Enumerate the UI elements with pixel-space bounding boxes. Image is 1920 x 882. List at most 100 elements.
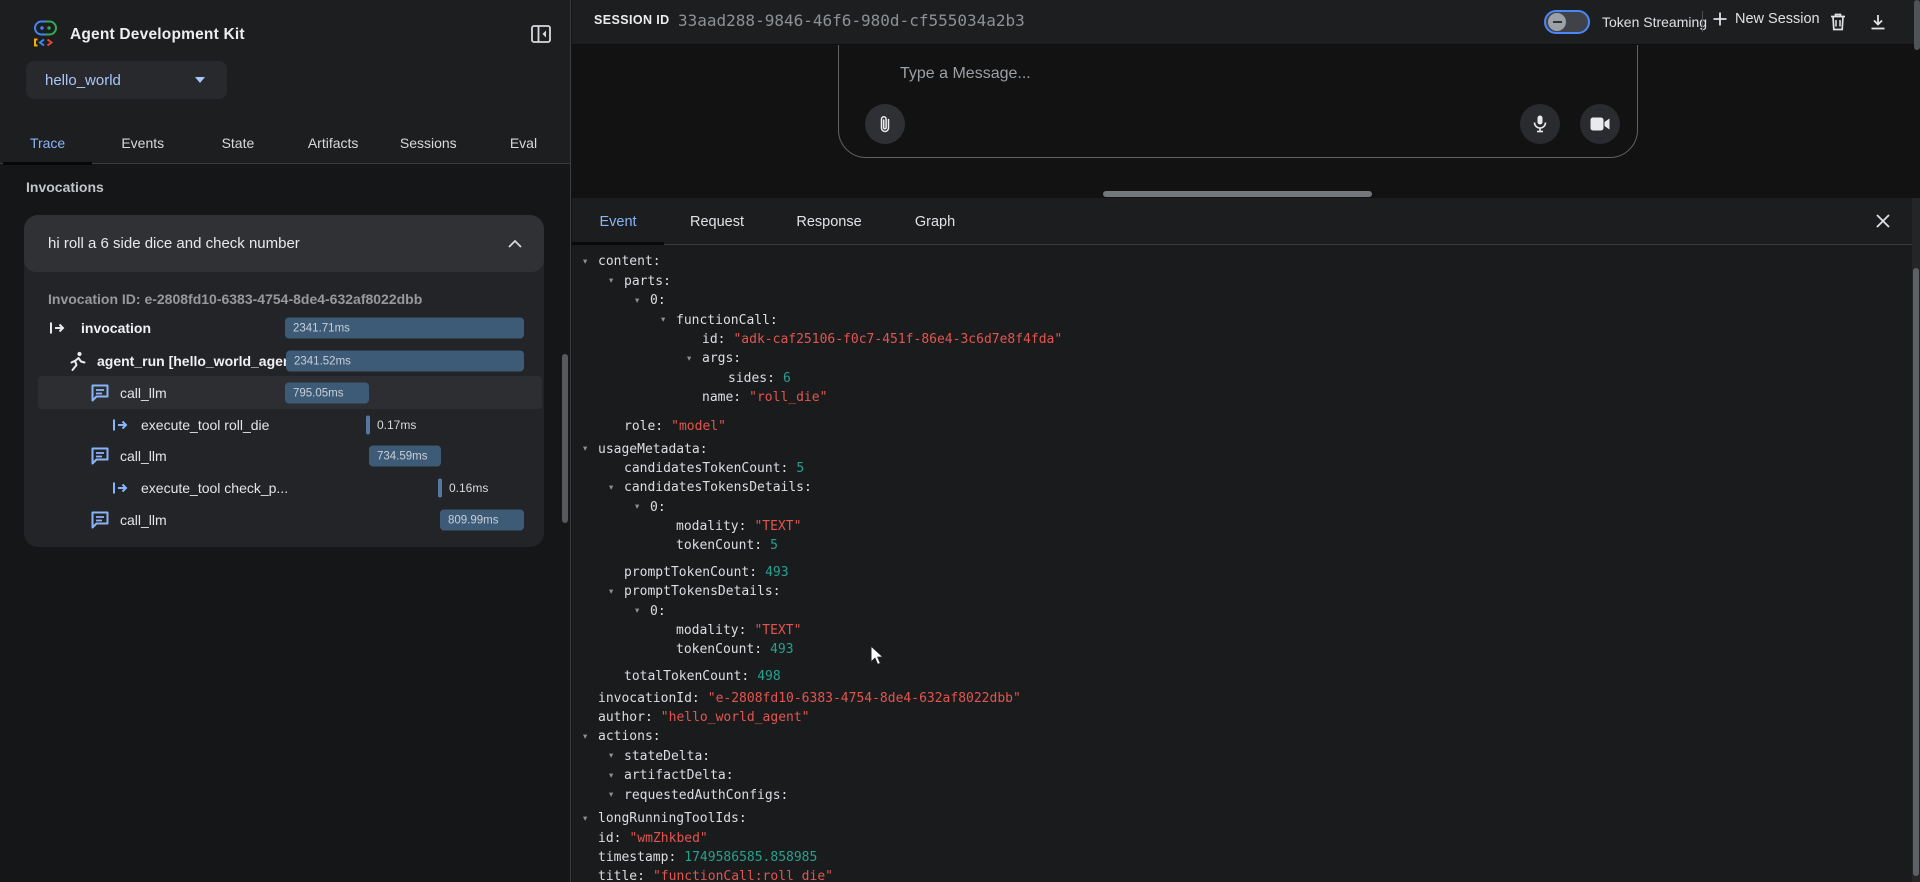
runner-icon xyxy=(68,351,86,371)
tree-row[interactable]: timestamp:1749586585.858985 xyxy=(572,848,1902,867)
tab-state[interactable]: State xyxy=(190,121,285,164)
tree-row[interactable]: name:"roll_die" xyxy=(572,388,1902,407)
tree-row[interactable]: ▾0: xyxy=(572,291,1902,311)
tree-row[interactable]: role:"model" xyxy=(572,417,1902,436)
expand-triangle-icon[interactable]: ▾ xyxy=(609,272,624,291)
expand-triangle-icon[interactable]: ▾ xyxy=(609,479,624,498)
tree-row[interactable]: ▾longRunningToolIds: xyxy=(572,809,1902,829)
span-label: invocation xyxy=(81,320,151,336)
tree-row[interactable]: ▾parts: xyxy=(572,272,1902,292)
tree-row[interactable]: tokenCount:5 xyxy=(572,536,1902,555)
chat-bubble-icon xyxy=(91,511,110,529)
expand-triangle-icon[interactable]: ▾ xyxy=(687,350,702,369)
trace-span-call-llm-2[interactable]: call_llm 734.59ms xyxy=(24,440,544,472)
tree-row[interactable]: tokenCount:493 xyxy=(572,640,1902,659)
message-input[interactable] xyxy=(900,62,1460,86)
tree-row[interactable]: author:"hello_world_agent" xyxy=(572,708,1902,727)
trace-span-agent-run[interactable]: agent_run [hello_world_agent] 2341.52ms xyxy=(24,345,544,377)
tree-row[interactable]: title:"functionCall:roll_die" xyxy=(572,867,1902,882)
span-duration: 0.17ms xyxy=(377,418,416,432)
invocation-card-header[interactable]: hi roll a 6 side dice and check number xyxy=(24,215,544,272)
app-title: Agent Development Kit xyxy=(70,26,245,44)
chat-area: SESSION ID 33aad288-9846-46f6-980d-cf555… xyxy=(572,0,1920,198)
tree-row[interactable]: ▾promptTokensDetails: xyxy=(572,582,1902,602)
expand-triangle-icon[interactable]: ▾ xyxy=(661,311,676,330)
tree-row[interactable]: ▾0: xyxy=(572,602,1902,622)
trace-span-invocation[interactable]: invocation 2341.71ms xyxy=(24,312,544,344)
expand-triangle-icon[interactable]: ▾ xyxy=(583,440,598,459)
span-duration-tick xyxy=(366,416,370,435)
sidebar-scrollbar[interactable] xyxy=(562,354,568,523)
chat-scrollbar[interactable] xyxy=(1914,0,1920,50)
expand-triangle-icon[interactable]: ▾ xyxy=(609,767,624,786)
attach-file-button[interactable] xyxy=(865,104,905,144)
tree-row[interactable]: candidatesTokenCount:5 xyxy=(572,459,1902,478)
token-streaming-label: Token Streaming xyxy=(1602,14,1707,30)
tab-trace[interactable]: Trace xyxy=(0,121,95,164)
microphone-button[interactable] xyxy=(1520,104,1560,144)
export-session-button[interactable] xyxy=(1869,13,1887,31)
expand-triangle-icon[interactable]: ▾ xyxy=(583,728,598,747)
expand-triangle-icon[interactable]: ▾ xyxy=(635,292,650,311)
delete-session-button[interactable] xyxy=(1830,13,1846,31)
invocation-id: Invocation ID: e-2808fd10-6383-4754-8de4… xyxy=(48,291,422,307)
chat-bubble-icon xyxy=(91,447,110,465)
tree-row[interactable]: ▾candidatesTokensDetails: xyxy=(572,478,1902,498)
expand-triangle-icon[interactable]: ▾ xyxy=(609,583,624,602)
tree-row[interactable]: id:"wmZhkbed" xyxy=(572,829,1902,848)
agent-select-dropdown[interactable]: hello_world xyxy=(26,61,227,99)
tab-artifacts[interactable]: Artifacts xyxy=(286,121,381,164)
tree-row[interactable]: ▾actions: xyxy=(572,727,1902,747)
new-session-button[interactable]: New Session xyxy=(1712,11,1820,27)
span-duration-bar: 809.99ms xyxy=(440,510,524,531)
tree-row[interactable]: ▾functionCall: xyxy=(572,311,1902,331)
tab-eval[interactable]: Eval xyxy=(476,121,571,164)
tab-events[interactable]: Events xyxy=(95,121,190,164)
tree-row[interactable]: ▾usageMetadata: xyxy=(572,440,1902,460)
chat-bubble-icon xyxy=(91,384,110,402)
collapse-sidebar-icon[interactable] xyxy=(531,25,551,43)
expand-triangle-icon[interactable]: ▾ xyxy=(583,810,598,829)
tree-row[interactable]: ▾stateDelta: xyxy=(572,747,1902,767)
tree-row[interactable]: modality:"TEXT" xyxy=(572,621,1902,640)
tree-row[interactable]: ▾0: xyxy=(572,498,1902,518)
span-label: execute_tool roll_die xyxy=(141,417,269,433)
trace-span-call-llm-3[interactable]: call_llm 809.99ms xyxy=(24,504,544,536)
tree-row[interactable]: promptTokenCount:493 xyxy=(572,563,1902,582)
span-label: call_llm xyxy=(120,385,167,401)
close-icon[interactable] xyxy=(1868,206,1898,236)
header-divider xyxy=(1702,11,1703,32)
detail-scrollbar-track[interactable] xyxy=(1912,198,1920,882)
expand-triangle-icon[interactable]: ▾ xyxy=(583,253,598,272)
tab-event[interactable]: Event xyxy=(572,198,664,245)
expand-triangle-icon[interactable]: ▾ xyxy=(609,786,624,805)
tab-graph[interactable]: Graph xyxy=(888,198,982,245)
trace-span-call-llm-1[interactable]: call_llm 795.05ms xyxy=(24,377,544,409)
tree-row[interactable]: ▾args: xyxy=(572,349,1902,369)
video-camera-icon xyxy=(1590,117,1610,131)
tab-sessions[interactable]: Sessions xyxy=(381,121,476,164)
detail-scrollbar-thumb[interactable] xyxy=(1913,268,1919,876)
tree-row[interactable]: id:"adk-caf25106-f0c7-451f-86e4-3c6d7e8f… xyxy=(572,330,1902,349)
span-duration-tick xyxy=(438,479,442,498)
horizontal-scrollbar[interactable] xyxy=(1103,191,1372,197)
tree-row[interactable]: ▾requestedAuthConfigs: xyxy=(572,786,1902,806)
tree-row[interactable]: totalTokenCount:498 xyxy=(572,667,1902,686)
expand-triangle-icon[interactable]: ▾ xyxy=(635,498,650,517)
span-label: call_llm xyxy=(120,448,167,464)
tab-request[interactable]: Request xyxy=(664,198,770,245)
tree-row[interactable]: invocationId:"e-2808fd10-6383-4754-8de4-… xyxy=(572,689,1902,708)
trace-span-execute-tool-check[interactable]: execute_tool check_p... 0.16ms xyxy=(24,472,544,504)
token-streaming-toggle[interactable] xyxy=(1544,10,1590,34)
tree-row[interactable]: modality:"TEXT" xyxy=(572,517,1902,536)
trace-span-execute-tool-roll-die[interactable]: execute_tool roll_die 0.17ms xyxy=(24,409,544,441)
span-duration-bar: 734.59ms xyxy=(369,446,441,467)
tab-response[interactable]: Response xyxy=(770,198,888,245)
expand-triangle-icon[interactable]: ▾ xyxy=(609,747,624,766)
expand-triangle-icon[interactable]: ▾ xyxy=(635,602,650,621)
tree-row[interactable]: ▾content: xyxy=(572,252,1902,272)
video-button[interactable] xyxy=(1580,104,1620,144)
tree-row[interactable]: ▾artifactDelta: xyxy=(572,766,1902,786)
tree-row[interactable]: sides:6 xyxy=(572,369,1902,388)
span-label: execute_tool check_p... xyxy=(141,480,288,496)
